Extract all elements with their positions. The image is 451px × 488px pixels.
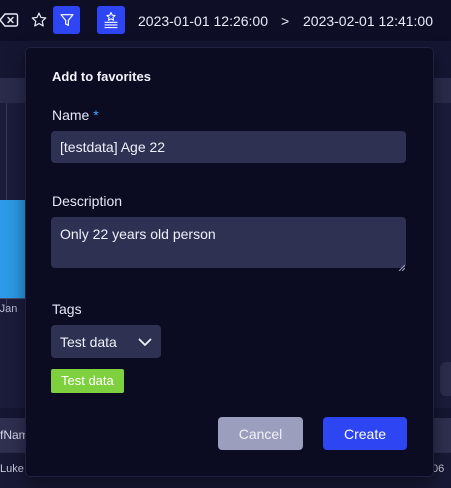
dialog-title: Add to favorites (52, 69, 151, 84)
top-toolbar: 2023-01-01 12:26:00 > 2023-02-01 12:41:0… (0, 0, 451, 41)
background-table-cell-right: 06 (432, 463, 445, 475)
create-button[interactable]: Create (323, 417, 407, 450)
date-range-end[interactable]: 2023-02-01 12:41:00 (303, 0, 433, 41)
background-column-header[interactable]: fNam (0, 428, 29, 442)
cancel-button[interactable]: Cancel (218, 417, 303, 450)
star-icon[interactable] (26, 7, 52, 33)
add-to-favorites-dialog: Add to favorites Name * [testdata] Age 2… (26, 48, 433, 476)
name-label-text: Name (52, 107, 90, 123)
name-input[interactable]: [testdata] Age 22 (51, 131, 406, 163)
background-chart-axis (0, 298, 26, 299)
background-chart-bar (0, 200, 25, 298)
background-chart-x-label: -Jan (0, 303, 18, 315)
tags-select[interactable]: Test data (51, 325, 161, 358)
app-screen: -Jan fNam Luke 06 202 (0, 0, 451, 488)
date-range-separator: > (281, 12, 290, 29)
chevron-down-icon (138, 335, 152, 351)
clear-filter-icon[interactable] (0, 7, 22, 33)
name-field-label: Name * (52, 107, 99, 123)
background-table-cell: Luke (0, 463, 24, 475)
filter-icon[interactable] (53, 6, 80, 34)
background-side-control[interactable] (440, 362, 451, 396)
tags-field-label: Tags (52, 301, 82, 317)
saved-searches-icon[interactable] (97, 6, 125, 34)
textarea-resize-icon[interactable] (398, 258, 406, 272)
description-field-label: Description (52, 193, 123, 209)
tags-select-value: Test data (60, 333, 117, 350)
date-range-start[interactable]: 2023-01-01 12:26:00 (138, 0, 268, 41)
required-marker: * (93, 107, 99, 123)
tag-chip[interactable]: Test data (51, 369, 124, 393)
description-textarea[interactable]: Only 22 years old person (51, 217, 406, 268)
